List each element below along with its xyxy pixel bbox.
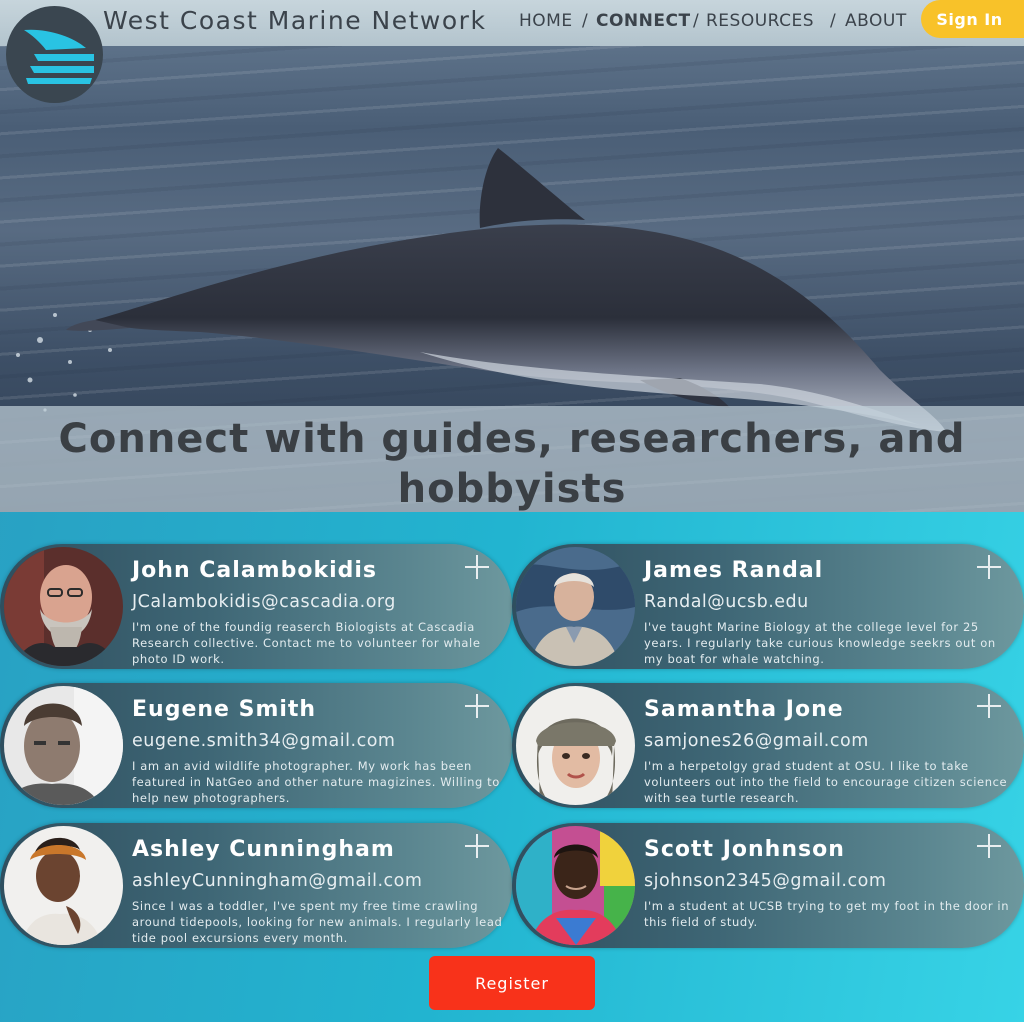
profile-bio: I'm one of the foundig reaserch Biologis… [132,620,481,666]
avatar [4,686,123,805]
plus-icon[interactable] [976,693,1002,719]
sign-in-button[interactable]: Sign In [921,0,1024,38]
profile-name: James Randal [644,558,824,583]
avatar [516,686,635,805]
avatar [4,547,123,666]
profile-email[interactable]: Randal@ucsb.edu [644,591,809,613]
plus-icon[interactable] [464,554,490,580]
profile-card[interactable]: Eugene Smith eugene.smith34@gmail.com I … [0,683,512,808]
nav-home[interactable]: HOME [519,10,573,32]
profile-bio: I'm a herpetolgy grad student at OSU. I … [644,759,1008,805]
avatar [516,826,635,945]
hero-title: Connect with guides, researchers, and ho… [58,416,966,512]
nav-separator: / [693,11,699,31]
profile-bio: Since I was a toddler, I've spent my fre… [132,899,503,945]
register-button[interactable]: Register [429,956,595,1010]
profile-email[interactable]: sjohnson2345@gmail.com [644,870,886,892]
profile-email[interactable]: samjones26@gmail.com [644,730,869,752]
profile-bio: I've taught Marine Biology at the colleg… [644,620,996,666]
nav-connect[interactable]: CONNECT [596,10,691,32]
profile-card[interactable]: Samantha Jone samjones26@gmail.com I'm a… [512,683,1024,808]
profile-card[interactable]: Scott Jonhnson sjohnson2345@gmail.com I'… [512,823,1024,948]
profile-name: Ashley Cunningham [132,837,395,862]
profile-bio: I'm a student at UCSB trying to get my f… [644,899,1010,929]
nav-about[interactable]: ABOUT [845,10,907,32]
plus-icon[interactable] [976,554,1002,580]
profile-card[interactable]: Ashley Cunningham ashleyCunningham@gmail… [0,823,512,948]
nav-separator: / [830,11,836,31]
sail-wave-logo-icon[interactable] [6,6,103,103]
profile-name: Scott Jonhnson [644,837,845,862]
profile-email[interactable]: eugene.smith34@gmail.com [132,730,395,752]
profile-name: John Calambokidis [132,558,378,583]
plus-icon[interactable] [464,833,490,859]
avatar [4,826,123,945]
brand-name[interactable]: West Coast Marine Network [103,4,486,38]
profile-card[interactable]: James Randal Randal@ucsb.edu I've taught… [512,544,1024,669]
plus-icon[interactable] [976,833,1002,859]
nav-separator: / [582,11,588,31]
plus-icon[interactable] [464,693,490,719]
profile-email[interactable]: JCalambokidis@cascadia.org [132,591,396,613]
avatar [516,547,635,666]
profile-name: Samantha Jone [644,697,844,722]
profile-name: Eugene Smith [132,697,317,722]
nav-resources[interactable]: RESOURCES [706,10,814,32]
profile-bio: I am an avid wildlife photographer. My w… [132,759,500,805]
profile-email[interactable]: ashleyCunningham@gmail.com [132,870,422,892]
profile-card[interactable]: John Calambokidis JCalambokidis@cascadia… [0,544,512,669]
